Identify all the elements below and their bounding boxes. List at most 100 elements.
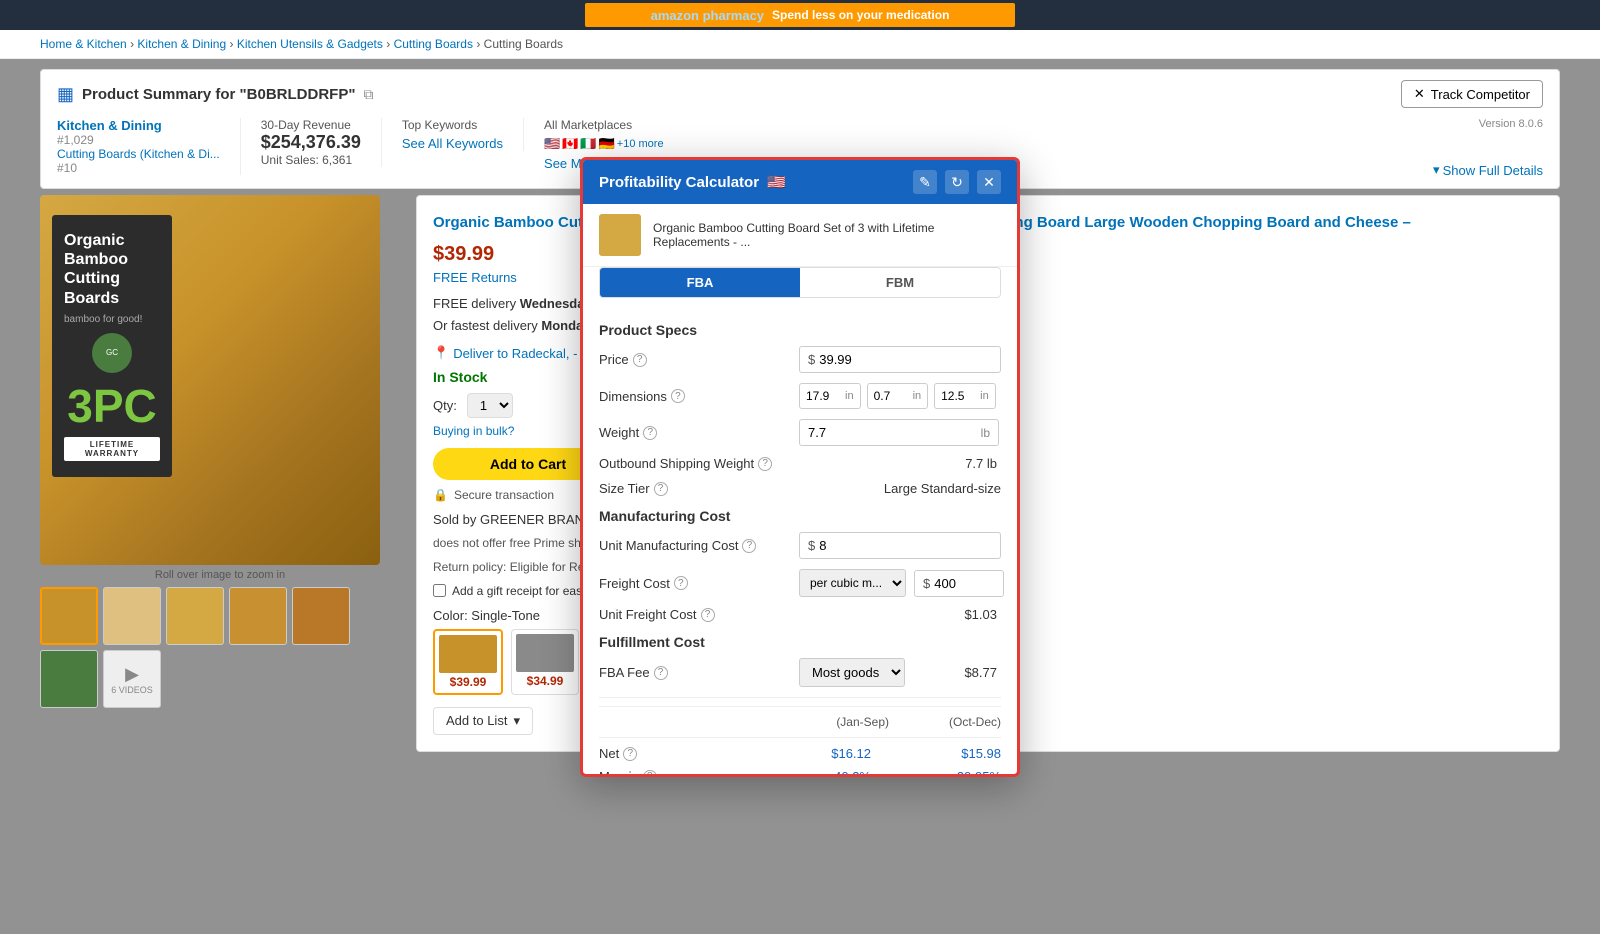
see-all-keywords-link[interactable]: See All Keywords xyxy=(402,136,503,151)
unit-mfg-cost-input-wrapper: $ xyxy=(799,532,1001,559)
modal-overlay: amazon pharmacy Spend less on your medic… xyxy=(0,0,1600,934)
breadcrumb-kitchen-utensils[interactable]: Kitchen Utensils & Gadgets xyxy=(237,37,383,51)
breadcrumb-kitchen-dining[interactable]: Kitchen & Dining xyxy=(137,37,226,51)
unit-mfg-cost-help-icon[interactable]: ? xyxy=(742,539,756,553)
dimensions-label: Dimensions ? xyxy=(599,389,799,404)
gift-receipt-checkbox[interactable] xyxy=(433,584,446,597)
free-delivery-label: FREE delivery xyxy=(433,296,516,311)
margin-values: 40.3% 39.95% xyxy=(801,769,1001,777)
category-metric: Kitchen & Dining #1,029 Cutting Boards (… xyxy=(57,118,241,175)
add-to-list-button[interactable]: Add to List ▾ xyxy=(433,707,533,735)
category-name[interactable]: Kitchen & Dining xyxy=(57,118,220,133)
fbm-tab[interactable]: FBM xyxy=(800,268,1000,297)
flag-it: 🇮🇹 xyxy=(580,136,596,152)
price-help-icon[interactable]: ? xyxy=(633,353,647,367)
dim-w-unit: in xyxy=(845,390,854,402)
modal-flag: 🇺🇸 xyxy=(767,173,786,191)
thumbnail-5[interactable] xyxy=(292,587,350,645)
qty-label: Qty: xyxy=(433,398,457,413)
thumbnail-2[interactable] xyxy=(103,587,161,645)
color-price-2: $34.99 xyxy=(516,674,574,688)
thumbnail-row: ▶ 6 VIDEOS xyxy=(40,587,400,708)
qty-select[interactable]: 123 xyxy=(467,393,513,418)
play-icon: ▶ xyxy=(125,664,139,685)
fba-fee-label: FBA Fee ? xyxy=(599,665,799,680)
modal-refresh-button[interactable]: ↻ xyxy=(945,170,969,194)
margin-label: Margin ? xyxy=(599,769,799,777)
thumbnail-video[interactable]: ▶ 6 VIDEOS xyxy=(103,650,161,708)
amazon-pharmacy-label: amazon pharmacy xyxy=(651,8,764,23)
unit-mfg-dollar-icon: $ xyxy=(808,538,815,553)
breadcrumb: Home & Kitchen › Kitchen & Dining › Kitc… xyxy=(0,30,1600,59)
color-option-1[interactable]: $39.99 xyxy=(433,629,503,695)
chevron-down-icon: ▾ xyxy=(1433,162,1440,178)
keywords-label: Top Keywords xyxy=(402,118,503,132)
track-icon: ✕ xyxy=(1414,86,1425,102)
more-marketplaces: +10 more xyxy=(617,138,664,150)
thumbnail-6[interactable] xyxy=(40,650,98,708)
category-sublabel[interactable]: Cutting Boards (Kitchen & Di... xyxy=(57,147,220,161)
modal-product-name: Organic Bamboo Cutting Board Set of 3 wi… xyxy=(653,221,1001,249)
fba-fee-row: FBA Fee ? Most goods $8.77 xyxy=(599,658,1001,687)
margin-p2-value: 39.95% xyxy=(931,769,1001,777)
fba-fee-type-select[interactable]: Most goods xyxy=(799,658,905,687)
show-full-details-link[interactable]: ▾ Show Full Details xyxy=(1433,162,1543,178)
net-help-icon[interactable]: ? xyxy=(623,747,637,761)
price-row: Price ? $ xyxy=(599,346,1001,373)
top-keywords-metric: Top Keywords See All Keywords xyxy=(402,118,524,151)
thumbnail-1[interactable] xyxy=(40,587,98,645)
color-swatch-1 xyxy=(439,635,497,673)
fba-tab[interactable]: FBA xyxy=(600,268,800,297)
freight-cost-help-icon[interactable]: ? xyxy=(674,576,688,590)
dim-w-input[interactable] xyxy=(806,389,842,403)
thumbnail-4[interactable] xyxy=(229,587,287,645)
revenue-metric: 30-Day Revenue $254,376.39 Unit Sales: 6… xyxy=(261,118,382,167)
color-price-1: $39.99 xyxy=(439,675,497,689)
results-divider xyxy=(599,697,1001,698)
dimensions-inputs: in in in xyxy=(799,383,1001,409)
freight-amount-input[interactable] xyxy=(934,576,984,591)
period2-header: (Oct-Dec) xyxy=(949,715,1001,729)
copy-icon[interactable]: ⧉ xyxy=(363,86,373,103)
outbound-shipping-value: 7.7 lb xyxy=(799,456,1001,471)
product-3pc-label: 3PC xyxy=(64,379,160,433)
net-values: $16.12 $15.98 xyxy=(801,746,1001,761)
color-option-2[interactable]: $34.99 xyxy=(511,629,579,695)
track-competitor-button[interactable]: ✕ Track Competitor xyxy=(1401,80,1543,108)
subcategory-rank: #10 xyxy=(57,161,220,175)
freight-dollar-icon: $ xyxy=(923,576,930,591)
top-banner: amazon pharmacy Spend less on your medic… xyxy=(585,3,1015,27)
thumbnail-3[interactable] xyxy=(166,587,224,645)
dimensions-help-icon[interactable]: ? xyxy=(671,389,685,403)
unit-mfg-cost-input[interactable] xyxy=(819,538,992,553)
profitability-calculator-modal: Profitability Calculator 🇺🇸 ✎ ↻ ✕ Organi… xyxy=(580,157,1020,777)
modal-edit-button[interactable]: ✎ xyxy=(913,170,937,194)
outbound-shipping-row: Outbound Shipping Weight ? 7.7 lb xyxy=(599,456,1001,471)
dim-d-input[interactable] xyxy=(874,389,910,403)
period1-header: (Jan-Sep) xyxy=(836,715,889,729)
weight-help-icon[interactable]: ? xyxy=(643,426,657,440)
margin-p1-value: 40.3% xyxy=(801,769,871,777)
breadcrumb-cutting-boards-cat[interactable]: Cutting Boards xyxy=(394,37,473,51)
breadcrumb-home[interactable]: Home & Kitchen xyxy=(40,37,127,51)
modal-close-button[interactable]: ✕ xyxy=(977,170,1001,194)
dollar-icon: $ xyxy=(808,352,815,367)
fba-fee-inputs: Most goods $8.77 xyxy=(799,658,1001,687)
freight-type-select[interactable]: per cubic m... xyxy=(799,569,906,597)
weight-input[interactable] xyxy=(808,425,977,440)
size-tier-help-icon[interactable]: ? xyxy=(654,482,668,496)
map-pin-icon: 📍 xyxy=(433,345,449,361)
unit-freight-help-icon[interactable]: ? xyxy=(701,608,715,622)
version-text: Version 8.0.6 xyxy=(1479,118,1543,130)
fulfillment-cost-title: Fulfillment Cost xyxy=(599,634,1001,650)
flag-us: 🇺🇸 xyxy=(544,136,560,152)
product-image-section: Organic Bamboo Cutting Boards bamboo for… xyxy=(40,195,400,752)
lock-icon: 🔒 xyxy=(433,488,448,502)
fba-fee-help-icon[interactable]: ? xyxy=(654,666,668,680)
unit-mfg-cost-row: Unit Manufacturing Cost ? $ xyxy=(599,532,1001,559)
margin-help-icon[interactable]: ? xyxy=(643,770,657,778)
dim-h-input[interactable] xyxy=(941,389,977,403)
price-input[interactable] xyxy=(819,352,992,367)
outbound-shipping-help-icon[interactable]: ? xyxy=(758,457,772,471)
weight-row: Weight ? lb xyxy=(599,419,1001,446)
